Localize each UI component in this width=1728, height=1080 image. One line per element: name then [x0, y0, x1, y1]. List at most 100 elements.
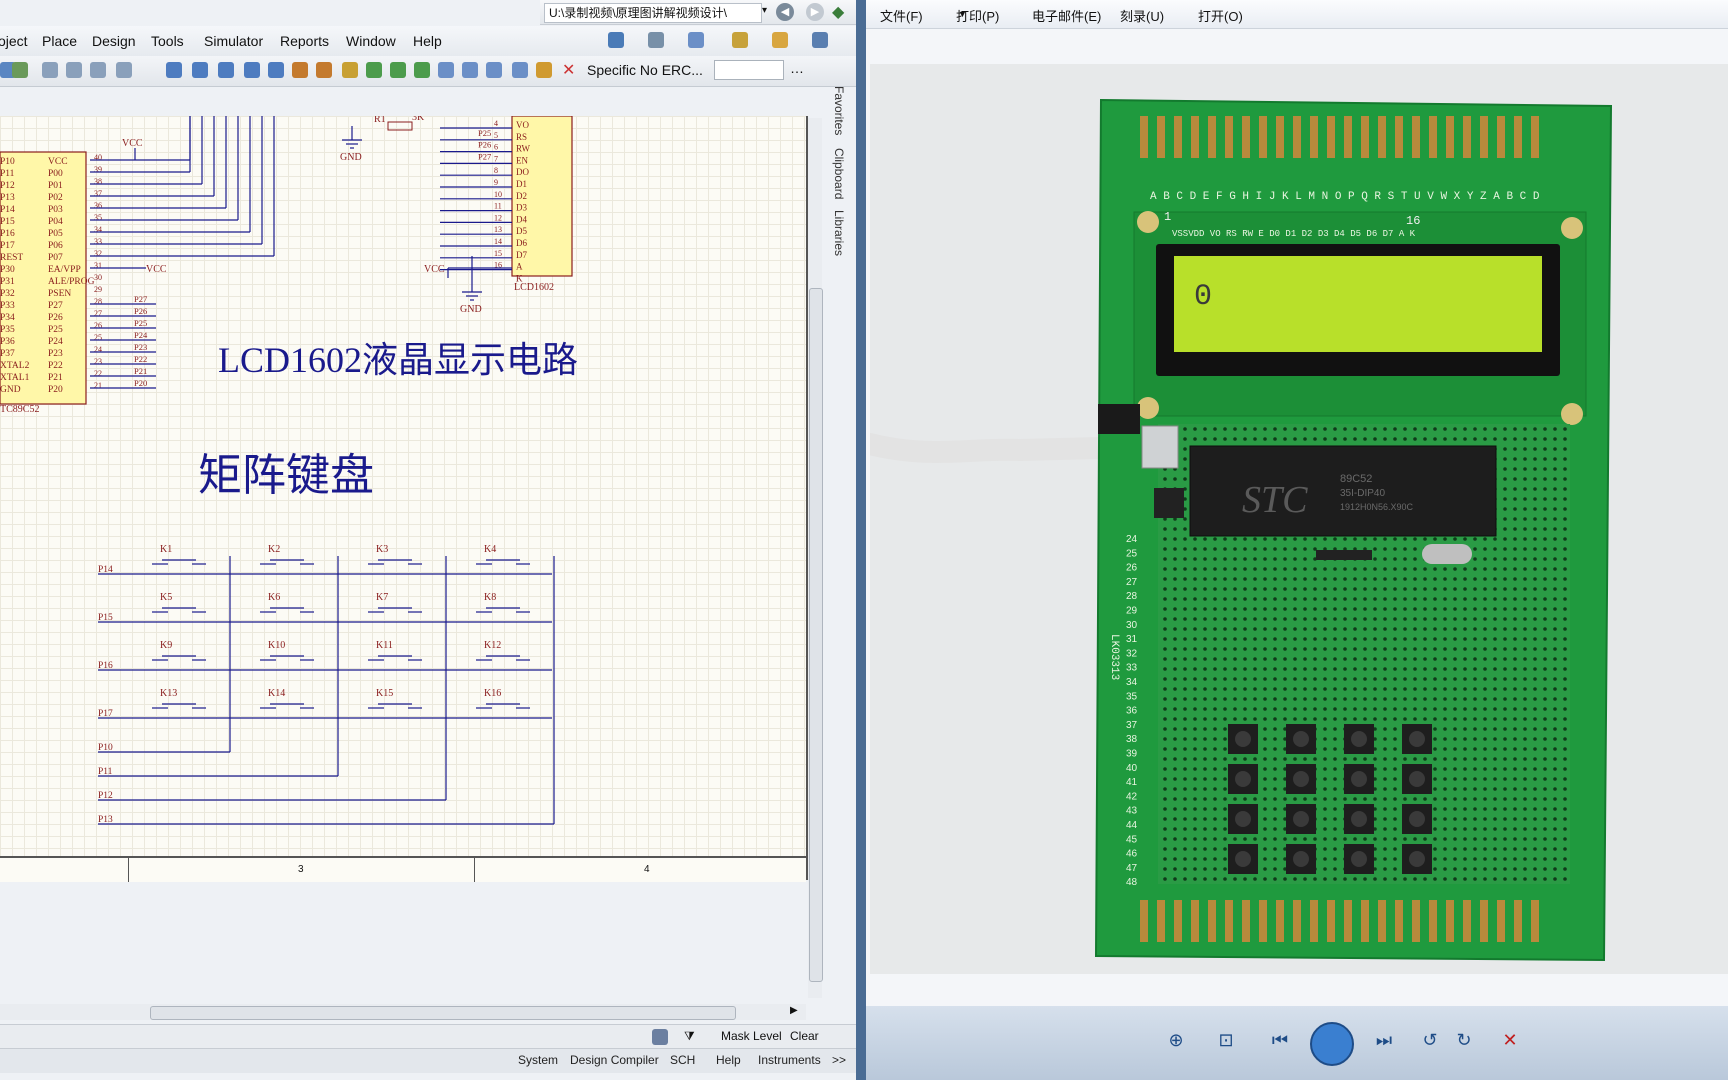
tab-clipboard[interactable]: Clipboard [824, 148, 846, 199]
mcu-right-pin: P21 [48, 373, 63, 383]
menu-tools[interactable]: Tools [151, 33, 184, 49]
vcc-port-icon[interactable] [316, 62, 332, 78]
gold-pad [1514, 900, 1522, 942]
back-icon[interactable]: ◀ [776, 3, 794, 21]
zoom-fit-icon[interactable] [66, 62, 82, 78]
panel-tab-system[interactable]: System [518, 1053, 558, 1067]
harness-entry-icon[interactable] [462, 62, 478, 78]
tab-libraries[interactable]: Libraries [824, 210, 846, 256]
port-icon[interactable] [414, 62, 430, 78]
key-label: K2 [268, 544, 280, 555]
net-label-icon[interactable] [268, 62, 284, 78]
vertical-scroll-thumb[interactable] [809, 288, 823, 982]
panel-tab-help[interactable]: Help [716, 1053, 741, 1067]
delete-icon[interactable]: ✕ [1498, 1028, 1522, 1052]
board-code: LK03313 [1108, 634, 1120, 680]
schematic-window: U:\录制视频\原理图讲解视频设计\ ▾ ◀ ▶ ◆ oject Place D… [0, 0, 856, 1080]
more-tabs-icon[interactable]: >> [832, 1053, 846, 1067]
menu-open[interactable]: 打开(O) [1198, 6, 1243, 25]
key-label: K8 [484, 592, 496, 603]
globe-icon[interactable]: ◆ [832, 2, 844, 22]
menu-design[interactable]: Design [92, 33, 136, 49]
panel-tab-sch[interactable]: SCH [670, 1053, 695, 1067]
menu-burn[interactable]: 刻录(U) [1120, 6, 1164, 25]
wire-tool-icon[interactable] [166, 62, 182, 78]
row-number: 47 [1126, 863, 1138, 874]
toolbar: ✕ Specific No ERC... … [0, 56, 856, 87]
grid-tool-icon[interactable] [812, 32, 828, 48]
no-erc-icon[interactable]: ✕ [562, 60, 575, 80]
previous-icon[interactable]: ⏮ [1268, 1028, 1292, 1052]
menu-bar: oject Place Design Tools Simulator Repor… [0, 26, 856, 56]
probe-tool-icon[interactable] [732, 32, 748, 48]
rotate-left-icon[interactable]: ↺ [1418, 1028, 1442, 1052]
mcu-pin-number: 32 [94, 249, 102, 258]
panel-tab-instruments[interactable]: Instruments [758, 1053, 821, 1067]
path-dropdown-icon[interactable]: ▾ [762, 5, 767, 16]
menu-project[interactable]: oject [0, 33, 28, 49]
scroll-right-icon[interactable]: ▶ [790, 1005, 798, 1016]
path-field[interactable]: U:\录制视频\原理图讲解视频设计\ [544, 3, 762, 23]
actual-size-icon[interactable]: ⊡ [1214, 1028, 1238, 1052]
gnd-symbol-top [342, 126, 362, 149]
erc-dropdown[interactable] [714, 60, 784, 80]
zoom-icon[interactable]: ⊕ [1164, 1028, 1188, 1052]
gnd-port-icon[interactable] [292, 62, 308, 78]
chart-tool-icon[interactable] [608, 32, 624, 48]
mcu-pin-number: 30 [94, 273, 102, 282]
harness-icon[interactable] [438, 62, 454, 78]
gold-pad [1361, 116, 1369, 158]
menu-email[interactable]: 电子邮件(E) [1032, 6, 1101, 25]
mcu-left-pin: P15 [0, 217, 15, 227]
keypad-matrix: P14K1 K2 K3 K4P15K5 K6 K7 K8P16K9 K10 K11 K12P17K… [98, 544, 555, 825]
menu-file[interactable]: 文件(F) [880, 6, 923, 25]
zoom-in-icon[interactable] [116, 62, 132, 78]
align-tool-icon[interactable] [648, 32, 664, 48]
lcd-pin-number: 15 [494, 249, 502, 258]
menu-simulator[interactable]: Simulator [204, 33, 263, 49]
lcd-pin-number: 13 [494, 225, 502, 234]
tactile-button-cap [1235, 731, 1251, 747]
mcu-right-pin: P27 [48, 301, 63, 311]
tab-favorites[interactable]: Favorites [824, 86, 846, 135]
row-number: 28 [1126, 591, 1138, 602]
sheet-symbol-icon[interactable] [366, 62, 382, 78]
brush-icon[interactable] [652, 1029, 668, 1045]
vertical-scrollbar[interactable] [808, 118, 823, 998]
bus-tool-icon[interactable] [192, 62, 208, 78]
harness-connector-icon[interactable] [486, 62, 502, 78]
next-icon[interactable]: ⏭ [1372, 1028, 1396, 1052]
bus-entry-icon[interactable] [218, 62, 234, 78]
horizontal-scroll-thumb[interactable] [150, 1006, 736, 1020]
horizontal-scrollbar[interactable]: ▶ [0, 1004, 806, 1020]
shape-tool-icon[interactable] [772, 32, 788, 48]
more-icon[interactable]: … [790, 60, 804, 76]
slideshow-button[interactable] [1310, 1022, 1354, 1066]
menu-help[interactable]: Help [413, 33, 442, 49]
net-tool-icon[interactable] [244, 62, 260, 78]
zoom-area-icon[interactable] [42, 62, 58, 78]
gold-pad [1310, 900, 1318, 942]
panel-tab-design-compiler[interactable]: Design Compiler [570, 1053, 659, 1067]
menu-window[interactable]: Window [346, 33, 396, 49]
rotate-right-icon[interactable]: ↻ [1452, 1028, 1476, 1052]
tactile-button-cap [1409, 731, 1425, 747]
menu-place[interactable]: Place [42, 33, 77, 49]
tool-icon-2[interactable] [12, 62, 28, 78]
menu-reports[interactable]: Reports [280, 33, 329, 49]
gold-pad [1446, 116, 1454, 158]
mask-level-button[interactable]: Mask Level [721, 1029, 782, 1043]
schematic-canvas[interactable]: P10 P11 P12 P13 P14 P15 P16 P17 REST P30 P31 P32 P33… [0, 112, 808, 880]
filter-icon[interactable]: ⧩ [684, 1029, 695, 1044]
component-icon[interactable] [342, 62, 358, 78]
param-icon[interactable] [536, 62, 552, 78]
directive-icon[interactable] [512, 62, 528, 78]
menu-print[interactable]: 打印(P) [956, 6, 999, 25]
ground-tool-icon[interactable] [688, 32, 704, 48]
forward-icon[interactable]: ▶ [806, 3, 824, 21]
viewer-controls: ⊕ ⊡ ⏮ ⏭ ↺ ↻ ✕ [866, 1006, 1728, 1080]
chip-package: 35I-DIP40 [1340, 488, 1385, 499]
zoom-out-icon[interactable] [90, 62, 106, 78]
sheet-entry-icon[interactable] [390, 62, 406, 78]
clear-button[interactable]: Clear [790, 1029, 819, 1043]
